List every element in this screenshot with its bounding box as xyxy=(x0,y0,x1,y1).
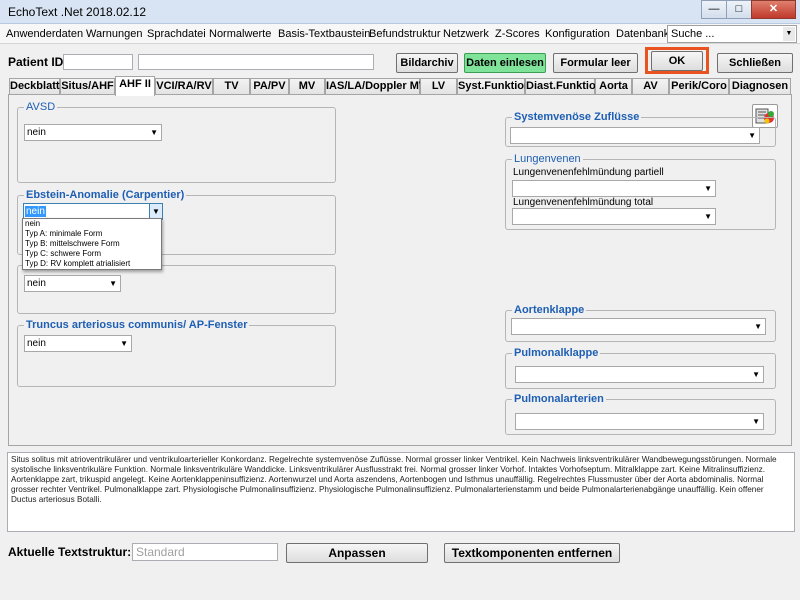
chevron-down-icon: ▼ xyxy=(704,184,712,193)
tab-mv[interactable]: MV xyxy=(289,78,325,95)
truncus-select-value: nein xyxy=(27,338,46,349)
tab-ahf-ii[interactable]: AHF II xyxy=(115,76,155,96)
dropdown-option-typ-b[interactable]: Typ B: mittelschwere Form xyxy=(23,239,161,249)
menu-befundstruktur[interactable]: Befundstruktur xyxy=(369,28,441,40)
lungenvenen-partiell-select[interactable]: ▼ xyxy=(512,180,716,197)
tab-perik-coro[interactable]: Perik/Coro xyxy=(669,78,729,95)
menu-bar: Anwenderdaten Warnungen Sprachdatei Norm… xyxy=(0,24,800,44)
aktuelle-textstruktur-field[interactable]: Standard xyxy=(132,543,278,561)
group-pulmonalklappe: Pulmonalklappe ▼ xyxy=(505,347,776,389)
menu-normalwerte[interactable]: Normalwerte xyxy=(209,28,271,40)
tab-deckblatt[interactable]: Deckblatt xyxy=(9,78,60,95)
title-bar: EchoText .Net 2018.02.12 — □ ✕ xyxy=(0,0,800,24)
hidden-group-select[interactable]: nein ▼ xyxy=(24,275,121,292)
group-systemvenoese: Systemvenöse Zuflüsse ▼ xyxy=(505,111,776,147)
chevron-down-icon: ▼ xyxy=(150,128,158,137)
menu-anwenderdaten[interactable]: Anwenderdaten xyxy=(6,28,83,40)
tab-pa-pv[interactable]: PA/PV xyxy=(250,78,289,95)
group-avsd: AVSD nein ▼ xyxy=(17,101,336,183)
pulmonalarterien-legend: Pulmonalarterien xyxy=(512,393,606,405)
lungenvenen-legend: Lungenvenen xyxy=(512,153,583,165)
tab-syst-funktion[interactable]: Syst.Funktion xyxy=(457,78,531,95)
group-lungenvenen: Lungenvenen Lungenvenenfehlmündung parti… xyxy=(505,153,776,230)
menu-z-scores[interactable]: Z-Scores xyxy=(495,28,540,40)
aortenklappe-select[interactable]: ▼ xyxy=(511,318,766,335)
group-truncus: Truncus arteriosus communis/ AP-Fenster … xyxy=(17,319,336,387)
avsd-select-value: nein xyxy=(27,127,46,138)
pulmonalklappe-select[interactable]: ▼ xyxy=(515,366,764,383)
avsd-select[interactable]: nein ▼ xyxy=(24,124,162,141)
chevron-down-icon: ▼ xyxy=(748,131,756,140)
search-combobox[interactable]: Suche ... ▼ xyxy=(667,25,797,43)
window-title: EchoText .Net 2018.02.12 xyxy=(8,5,147,19)
menu-konfiguration[interactable]: Konfiguration xyxy=(545,28,610,40)
ok-button[interactable]: OK xyxy=(651,51,703,71)
systemvenoese-legend: Systemvenöse Zuflüsse xyxy=(512,111,642,123)
menu-warnungen[interactable]: Warnungen xyxy=(86,28,142,40)
schliessen-button[interactable]: Schließen xyxy=(717,53,793,73)
tab-diast-funktion[interactable]: Diast.Funktion xyxy=(525,78,602,95)
tab-aorta[interactable]: Aorta xyxy=(595,78,632,95)
ebstein-select-value: nein xyxy=(25,206,46,217)
lungenvenen-total-label: Lungenvenenfehlmündung total xyxy=(513,197,654,208)
dropdown-option-nein[interactable]: nein xyxy=(23,219,161,229)
chevron-down-icon: ▼ xyxy=(754,322,762,331)
lungenvenen-total-select[interactable]: ▼ xyxy=(512,208,716,225)
pulmonalarterien-select[interactable]: ▼ xyxy=(515,413,764,430)
tab-av[interactable]: AV xyxy=(632,78,669,95)
patient-id-label: Patient ID xyxy=(8,55,64,69)
patient-name-field[interactable] xyxy=(138,54,374,70)
maximize-icon[interactable]: □ xyxy=(726,0,752,19)
chevron-down-icon[interactable]: ▼ xyxy=(149,204,162,219)
window-controls: — □ ✕ xyxy=(701,0,796,19)
ebstein-legend: Ebstein-Anomalie (Carpentier) xyxy=(24,189,187,201)
truncus-legend: Truncus arteriosus communis/ AP-Fenster xyxy=(24,319,250,331)
tab-lv[interactable]: LV xyxy=(420,78,457,95)
anpassen-button[interactable]: Anpassen xyxy=(286,543,428,563)
chevron-down-icon: ▼ xyxy=(752,417,760,426)
tab-ias-la-doppler-mv[interactable]: IAS/LA/Doppler MV xyxy=(325,78,426,95)
menu-sprachdatei[interactable]: Sprachdatei xyxy=(147,28,206,40)
formular-leer-button[interactable]: Formular leer xyxy=(553,53,638,73)
bildarchiv-button[interactable]: Bildarchiv xyxy=(396,53,458,73)
menu-datenbank[interactable]: Datenbank xyxy=(616,28,669,40)
tab-vci-ra-rv[interactable]: VCI/RA/RV xyxy=(155,78,213,95)
group-aortenklappe: Aortenklappe ▼ xyxy=(505,304,776,342)
menu-netzwerk[interactable]: Netzwerk xyxy=(443,28,489,40)
minimize-icon[interactable]: — xyxy=(701,0,727,19)
chevron-down-icon: ▼ xyxy=(109,279,117,288)
daten-einlesen-button[interactable]: Daten einlesen xyxy=(464,53,546,73)
chevron-down-icon: ▼ xyxy=(120,339,128,348)
patient-id-field[interactable] xyxy=(63,54,133,70)
pulmonalklappe-legend: Pulmonalklappe xyxy=(512,347,601,359)
dropdown-option-typ-c[interactable]: Typ C: schwere Form xyxy=(23,249,161,259)
dropdown-option-typ-d[interactable]: Typ D: RV komplett atrialisiert xyxy=(23,259,161,269)
systemvenoese-select[interactable]: ▼ xyxy=(510,127,760,144)
avsd-legend: AVSD xyxy=(24,101,58,113)
tab-strip: Deckblatt Situs/AHF AHF II VCI/RA/RV TV … xyxy=(9,76,791,96)
hidden-group-select-value: nein xyxy=(27,278,46,289)
chevron-down-icon[interactable]: ▼ xyxy=(783,27,795,41)
tab-situs-ahf[interactable]: Situs/AHF xyxy=(60,78,115,95)
chevron-down-icon: ▼ xyxy=(704,212,712,221)
dropdown-option-typ-a[interactable]: Typ A: minimale Form xyxy=(23,229,161,239)
group-hidden-legend: nein ▼ xyxy=(17,265,336,314)
aortenklappe-legend: Aortenklappe xyxy=(512,304,587,316)
menu-basis-textbaustein[interactable]: Basis-Textbaustein xyxy=(278,28,370,40)
truncus-select[interactable]: nein ▼ xyxy=(24,335,132,352)
ebstein-dropdown-list: nein Typ A: minimale Form Typ B: mittels… xyxy=(22,218,162,270)
close-icon[interactable]: ✕ xyxy=(751,0,796,19)
group-pulmonalarterien: Pulmonalarterien ▼ xyxy=(505,393,776,435)
chevron-down-icon: ▼ xyxy=(752,370,760,379)
tab-diagnosen[interactable]: Diagnosen xyxy=(729,78,791,95)
report-textarea[interactable]: Situs solitus mit atrioventrikulärer und… xyxy=(7,452,795,532)
tab-tv[interactable]: TV xyxy=(213,78,250,95)
aktuelle-textstruktur-label: Aktuelle Textstruktur: xyxy=(8,545,132,559)
lungenvenen-partiell-label: Lungenvenenfehlmündung partiell xyxy=(513,167,664,178)
textkomponenten-entfernen-button[interactable]: Textkomponenten entfernen xyxy=(444,543,620,563)
search-value: Suche ... xyxy=(671,28,715,40)
